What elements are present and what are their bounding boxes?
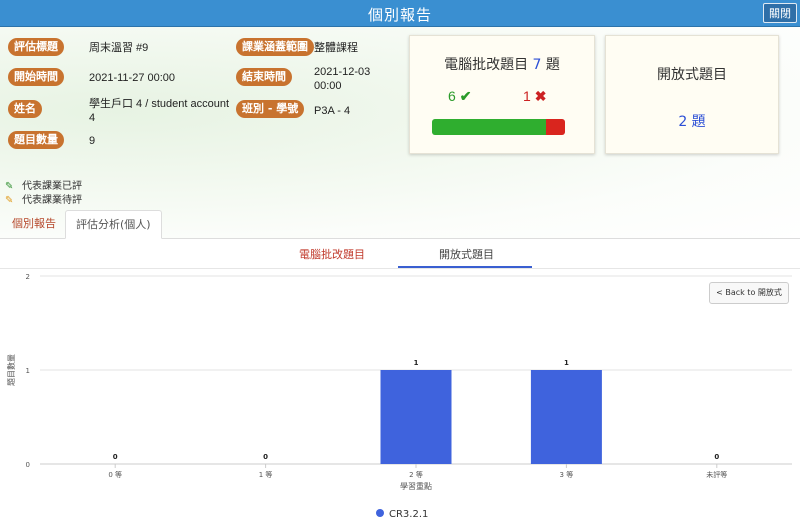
tab-individual-report[interactable]: 個別報告: [2, 210, 66, 239]
auto-graded-count: 7: [532, 57, 542, 73]
open-ended-title: 開放式題目: [657, 67, 727, 83]
report-page: 個別報告 關閉 評估標題 周末溫習 #9 課業涵蓋範圍 整體課程 開始時間 20…: [0, 0, 800, 532]
name-value-line1: 學生戶口 4 / student account: [89, 98, 230, 110]
y-tick-label: 2: [26, 273, 30, 281]
bar-data-label: 0: [714, 453, 719, 461]
bar-data-label: 1: [414, 359, 419, 367]
x-tick-label: 1 等: [259, 470, 273, 479]
name-label: 姓名: [8, 100, 42, 118]
y-tick-label: 1: [26, 367, 30, 375]
subtab-open-ended[interactable]: 開放式題目: [439, 246, 494, 262]
bar: [380, 370, 452, 464]
x-tick-label: 2 等: [409, 470, 423, 479]
x-axis-title: 學習重點: [400, 481, 432, 491]
auto-graded-unit: 題: [545, 57, 560, 73]
auto-graded-title: 電腦批改題目 7 題: [410, 54, 594, 74]
subtab-auto-graded[interactable]: 電腦批改題目: [299, 246, 365, 262]
question-count-value: 9: [89, 135, 96, 147]
wrong-count: 1 ✖: [523, 88, 546, 105]
x-tick-label: 未評等: [706, 470, 727, 479]
window-title: 個別報告: [367, 6, 432, 24]
active-subtab-indicator: [398, 266, 532, 268]
bar: [530, 370, 602, 464]
tab-assessment-analysis[interactable]: 評估分析(個人): [65, 210, 162, 239]
end-time-label: 結束時間: [236, 68, 292, 86]
correct-count-value: 6: [448, 88, 456, 104]
legend-swatch: [376, 509, 384, 517]
end-time-date: 2021-12-03: [314, 66, 371, 78]
open-ended-count: 2 題: [678, 114, 706, 130]
score-progress-bar: [432, 119, 565, 135]
chart-legend: CR3.2.1: [376, 509, 428, 520]
start-time-value: 2021-11-27 00:00: [89, 72, 176, 84]
report-tabs: 個別報告 評估分析(個人): [0, 210, 800, 239]
check-icon: ✔: [459, 88, 472, 104]
question-type-tabs: 電腦批改題目 開放式題目: [0, 239, 800, 269]
coverage-value: 整體課程: [314, 42, 358, 54]
bar-data-label: 0: [263, 453, 268, 461]
close-button[interactable]: 關閉: [763, 3, 797, 23]
assessment-title-value: 周末溫習 #9: [89, 42, 149, 54]
start-time-label: 開始時間: [8, 68, 64, 86]
bar-data-label: 1: [564, 359, 569, 367]
end-time-value: 2021-12-03 00:00: [314, 65, 370, 93]
progress-correct-fill: [432, 119, 547, 135]
bar-data-label: 0: [113, 453, 118, 461]
graded-legend: ✎ 代表課業已評: [5, 177, 82, 192]
pending-legend: ✎ 代表課業待評: [5, 191, 82, 206]
auto-graded-card: 電腦批改題目 7 題 6 ✔ 1 ✖: [409, 35, 595, 154]
y-axis-title: 題目數量: [6, 354, 16, 386]
class-number-label: 班別 - 學號: [236, 100, 305, 118]
x-tick-label: 3 等: [560, 470, 574, 479]
x-tick-label: 0 等: [108, 470, 122, 479]
assessment-title-label: 評估標題: [8, 38, 64, 56]
legend-series-name: CR3.2.1: [389, 509, 428, 520]
chart-labels: 0 1 2 0 0 等 0 1 等 1 2 等 1 3 等 0 未評等: [26, 273, 728, 479]
open-ended-card: 開放式題目 2 題: [605, 35, 779, 154]
progress-wrong-fill: [546, 119, 565, 135]
end-time-clock: 00:00: [314, 80, 342, 92]
cross-icon: ✖: [534, 88, 547, 104]
name-value-line2: 4: [89, 112, 96, 124]
chart-bars: [380, 370, 602, 464]
wrong-count-value: 1: [523, 88, 531, 104]
coverage-label: 課業涵蓋範圍: [236, 38, 314, 56]
pending-legend-text: 代表課業待評: [22, 195, 82, 206]
correct-count: 6 ✔: [448, 88, 471, 105]
edit-pending-icon: ✎: [5, 195, 14, 206]
auto-graded-title-text: 電腦批改題目: [444, 57, 529, 73]
y-tick-label: 0: [26, 461, 30, 469]
name-value: 學生戶口 4 / student account 4: [89, 97, 229, 125]
learning-focus-bar-chart: 0 1 2 0 0 等 0 1 等 1 2 等 1 3 等 0 未評等 學習重點 題目數量 CR3.2.…: [6, 273, 792, 520]
title-bar: 個別報告 關閉: [0, 0, 800, 27]
class-number-value: P3A - 4: [314, 105, 351, 117]
question-count-label: 題目數量: [8, 131, 64, 149]
